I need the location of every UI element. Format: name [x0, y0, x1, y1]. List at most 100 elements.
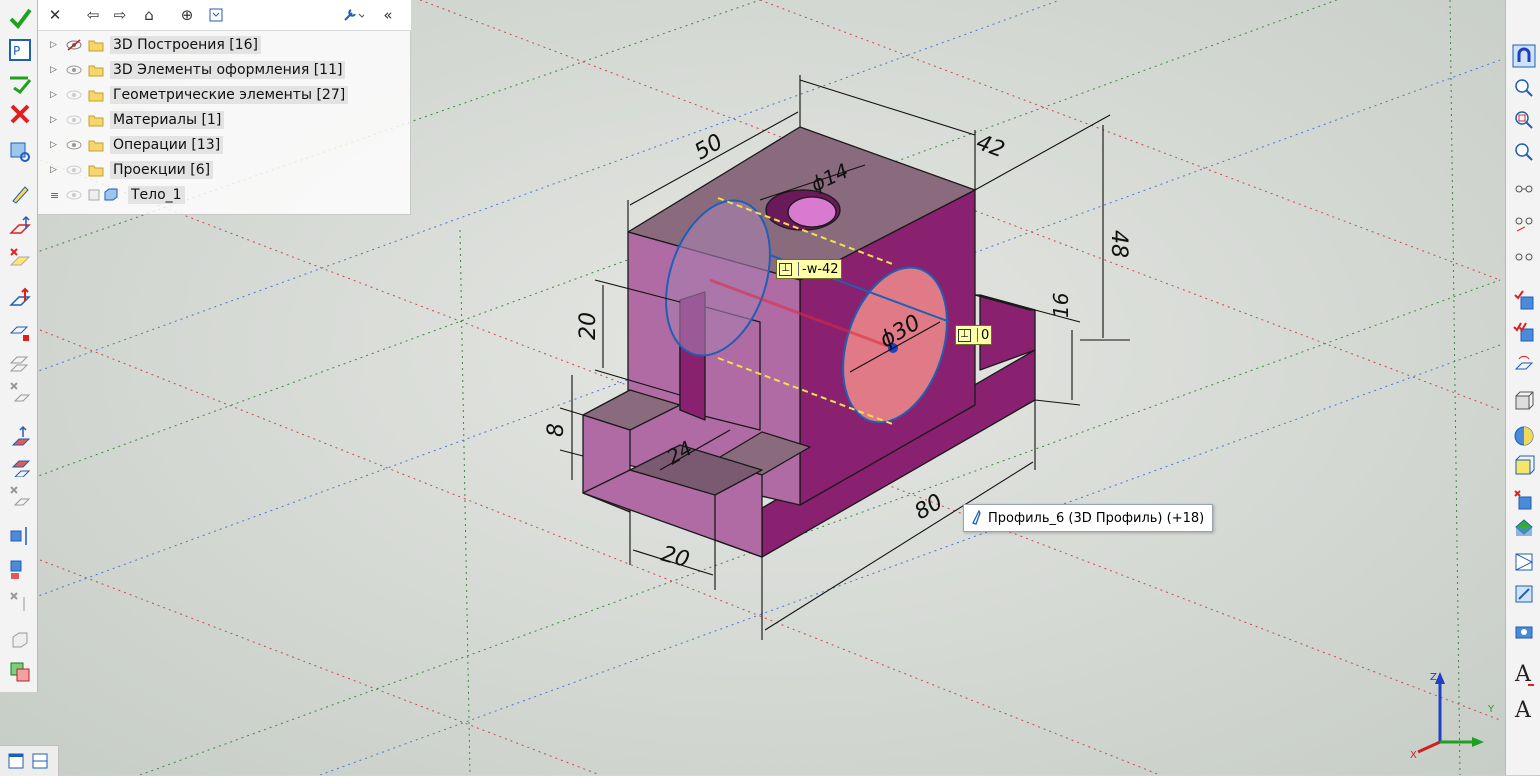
expand-arrow-icon[interactable]: ▷ — [50, 140, 62, 150]
dim-50: 50 — [691, 130, 728, 166]
folder-icon — [88, 39, 104, 52]
tree-item-label: Тело_1 — [128, 186, 185, 204]
zoom-icon[interactable] — [1510, 138, 1538, 166]
eye-icon[interactable] — [66, 114, 86, 126]
expand-arrow-icon[interactable]: ▷ — [50, 40, 62, 50]
tree-item-label: Операции [13] — [110, 136, 224, 154]
plane-points-icon[interactable] — [6, 318, 34, 346]
eye-icon[interactable] — [66, 189, 86, 201]
cube-remove-icon[interactable] — [1510, 486, 1538, 514]
param-w-value: -w-42 — [802, 261, 839, 277]
section-delete-icon[interactable] — [6, 482, 34, 510]
dim-42: 42 — [973, 130, 1008, 163]
plane-normal-icon[interactable] — [6, 284, 34, 312]
dim-20-bottom: 20 — [658, 542, 692, 573]
tree-item-geometric-elements[interactable]: ▷ Геометрические элементы [27] — [38, 84, 349, 106]
tree-item-body[interactable]: ≡ Тело_1 — [38, 184, 185, 206]
hover-tooltip-text: Профиль_6 (3D Профиль) (+18) — [988, 510, 1205, 526]
folder-icon — [88, 114, 104, 127]
rotate-plane-icon[interactable] — [1510, 350, 1538, 378]
expand-arrow-icon[interactable]: ▷ — [50, 90, 62, 100]
tree-item-3d-annotations[interactable]: ▷ 3D Элементы оформления [11] — [38, 59, 346, 81]
close-icon[interactable]: ✕ — [43, 3, 67, 27]
right-toolbar: A A — [1505, 0, 1540, 775]
text-annotation-icon[interactable]: A — [1510, 660, 1538, 688]
eye-icon[interactable] — [66, 164, 86, 176]
param-zero-box[interactable]: ⊥ 0 — [955, 325, 993, 345]
svg-text:A: A — [1514, 698, 1532, 721]
back-icon[interactable]: ⇦ — [81, 3, 105, 27]
tree-item-label: Геометрические элементы [27] — [110, 86, 349, 104]
forward-icon[interactable]: ⇨ — [108, 3, 132, 27]
tree-item-3d-constructions[interactable]: ▷ 3D Построения [16] — [38, 34, 262, 56]
axis-label-z: Z — [1430, 672, 1437, 683]
view-glasses-alt-icon[interactable] — [1510, 244, 1538, 272]
param-w-box[interactable]: ⊥ -w-42 — [776, 259, 842, 279]
section-view-icon[interactable] — [1510, 580, 1538, 608]
tree-item-label: 3D Построения [16] — [110, 36, 262, 54]
view-glasses-icon[interactable] — [1510, 176, 1538, 204]
tree-item-projections[interactable]: ▷ Проекции [6] — [38, 159, 214, 181]
apply-repeat-icon[interactable] — [6, 68, 34, 96]
expand-arrow-icon[interactable]: ▷ — [50, 115, 62, 125]
body-box-icon[interactable] — [6, 626, 34, 654]
wrench-icon[interactable] — [338, 3, 368, 27]
text-style-icon[interactable]: A — [1510, 694, 1538, 722]
single-view-icon[interactable] — [8, 753, 24, 769]
sphere-shade-icon[interactable] — [1510, 422, 1538, 450]
camera-icon[interactable] — [1510, 618, 1538, 646]
yellow-cube-icon[interactable] — [1510, 452, 1538, 480]
eye-icon[interactable] — [66, 89, 86, 101]
green-cube-icon[interactable] — [1510, 514, 1538, 542]
hidden-eye-icon[interactable] — [66, 39, 86, 51]
extrude-up-icon[interactable] — [6, 522, 34, 550]
axis-label-y: Y — [1487, 704, 1495, 715]
confirm-icon[interactable] — [6, 4, 34, 32]
tree-item-materials[interactable]: ▷ Материалы [1] — [38, 109, 225, 131]
plane-offset-icon[interactable] — [6, 348, 34, 376]
plane-delete-icon[interactable] — [6, 378, 34, 406]
collapse-icon[interactable]: « — [376, 3, 400, 27]
plane-remove-icon[interactable] — [6, 244, 34, 272]
split-view-icon[interactable] — [32, 753, 48, 769]
projection-icon[interactable] — [1510, 548, 1538, 576]
zoom-fit-icon[interactable] — [1510, 74, 1538, 102]
zoom-window-icon[interactable] — [1510, 106, 1538, 134]
folder-icon — [88, 64, 104, 77]
cube-check-icon[interactable] — [1510, 286, 1538, 314]
plane-up-icon[interactable] — [6, 212, 34, 240]
target-icon[interactable]: ⊕ — [175, 3, 199, 27]
left-toolbar: P — [0, 0, 38, 692]
extrude-delete-icon[interactable] — [6, 588, 34, 616]
expand-arrow-icon[interactable]: ▷ — [50, 165, 62, 175]
section-down-icon[interactable] — [6, 452, 34, 480]
extrude-down-icon[interactable] — [6, 556, 34, 584]
eye-icon[interactable] — [66, 64, 86, 76]
dim-48: 48 — [1106, 230, 1131, 258]
list-icon[interactable]: ≡ — [50, 189, 62, 202]
distance-icon: ⊥ — [779, 262, 792, 276]
section-up-icon[interactable] — [6, 422, 34, 450]
expand-arrow-icon[interactable]: ▷ — [50, 65, 62, 75]
home-icon[interactable]: ⌂ — [137, 3, 161, 27]
profile-icon — [970, 509, 982, 530]
distance-icon: ⊥ — [958, 328, 971, 342]
cube-double-check-icon[interactable] — [1510, 318, 1538, 346]
edit-pencil-icon[interactable] — [6, 180, 34, 208]
view-search-icon[interactable] — [6, 138, 34, 166]
properties-icon[interactable]: P — [6, 36, 34, 64]
cancel-icon[interactable] — [6, 100, 34, 128]
eye-icon[interactable] — [66, 139, 86, 151]
tree-item-operations[interactable]: ▷ Операции [13] — [38, 134, 224, 156]
magnet-icon[interactable] — [1510, 42, 1538, 70]
axis-triad: Z X Y — [1410, 672, 1495, 761]
svg-text:P: P — [13, 44, 20, 58]
wireframe-cube-icon[interactable] — [1510, 388, 1538, 416]
folder-icon — [88, 164, 104, 177]
view-mode-switcher — [0, 745, 59, 776]
expand-icon[interactable] — [204, 3, 228, 27]
model-tree-panel: ✕ ⇦ ⇨ ⌂ ⊕ « ▷ 3D Построения [16] ▷ 3D Эл… — [38, 0, 411, 215]
view-glasses-edit-icon[interactable] — [1510, 210, 1538, 238]
shape-color-icon[interactable] — [6, 658, 34, 686]
dim-8: 8 — [544, 423, 569, 437]
